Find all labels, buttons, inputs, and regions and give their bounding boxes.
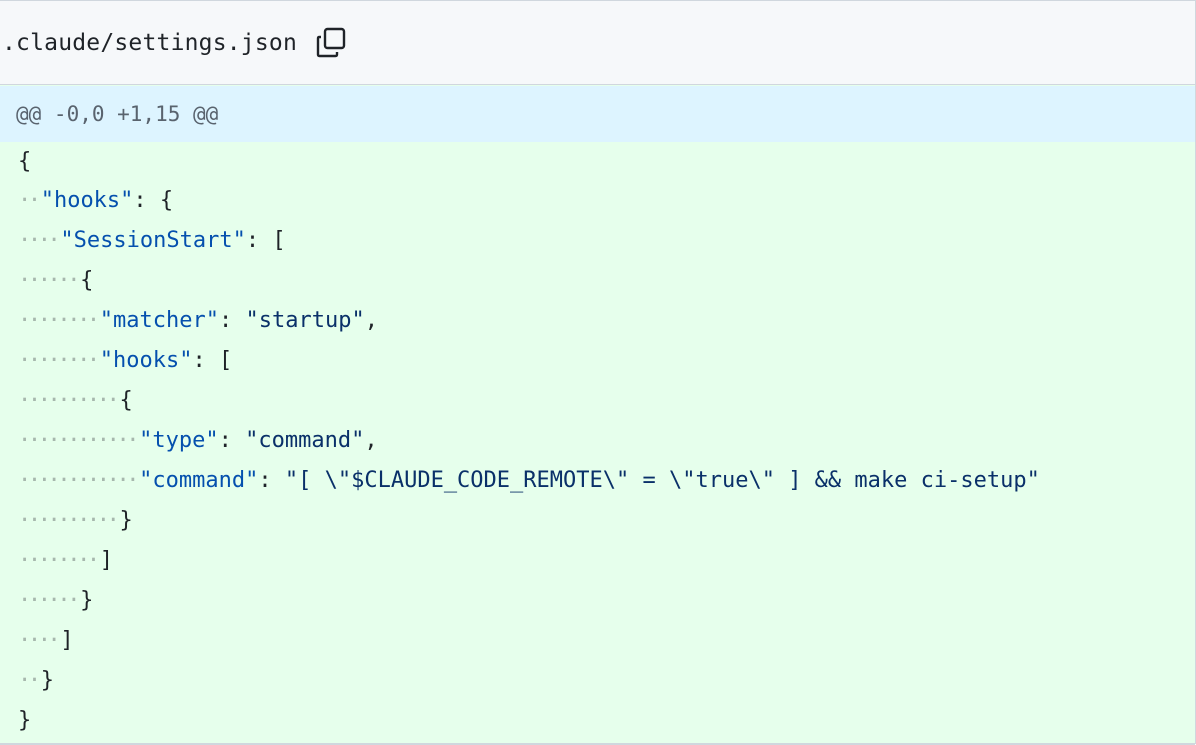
json-punctuation: ] — [99, 548, 114, 573]
json-key: "matcher" — [99, 308, 219, 333]
code-line: ········ "hooks": [ — [0, 341, 1195, 381]
json-punctuation: } — [18, 708, 32, 733]
indent-whitespace-marker: ···· — [18, 228, 61, 253]
diff-file-panel: .claude/settings.json @@ -0,0 +1,15 @@ {… — [0, 0, 1196, 745]
indent-whitespace-marker: ·········· — [18, 508, 120, 533]
json-punctuation: } — [40, 668, 54, 693]
json-punctuation: : { — [133, 188, 174, 213]
code-line: ········ "matcher": "startup", — [0, 301, 1195, 341]
hunk-header: @@ -0,0 +1,15 @@ — [0, 86, 1195, 142]
code-line: { — [0, 142, 1195, 181]
json-key: "command" — [139, 468, 259, 493]
json-punctuation: : — [258, 468, 285, 493]
code-block: {·· "hooks": {···· "SessionStart": [······… — [0, 142, 1195, 744]
json-punctuation: { — [18, 149, 32, 174]
indent-whitespace-marker: ········ — [18, 308, 100, 333]
code-line: ····] — [0, 621, 1195, 661]
code-line: } — [0, 701, 1195, 741]
json-punctuation: : [ — [245, 228, 286, 253]
code-line: ··········} — [0, 501, 1195, 541]
json-punctuation: } — [119, 508, 133, 533]
json-punctuation: { — [80, 268, 94, 293]
json-punctuation: , — [364, 308, 378, 333]
code-line: ···· "SessionStart": [ — [0, 221, 1195, 261]
json-string: "startup" — [245, 308, 365, 333]
indent-whitespace-marker: ·· — [18, 668, 41, 693]
code-line: ············ "command": "[ \"$CLAUDE_CODE… — [0, 461, 1195, 501]
json-punctuation: } — [80, 588, 94, 613]
indent-whitespace-marker: ········ — [18, 348, 100, 373]
json-punctuation: : — [218, 428, 246, 453]
code-line: ············ "type": "command", — [0, 421, 1195, 461]
indent-whitespace-marker: ······ — [18, 588, 80, 613]
json-punctuation: { — [119, 388, 133, 413]
code-line: ··········{ — [0, 381, 1195, 421]
indent-whitespace-marker: ···· — [18, 628, 61, 653]
code-line: ······{ — [0, 261, 1195, 301]
json-key: "type" — [139, 428, 219, 453]
json-string: "command" — [245, 428, 365, 453]
copy-icon — [316, 27, 346, 57]
code-line: ·· "hooks": { — [0, 181, 1195, 221]
code-line: ······} — [0, 581, 1195, 621]
indent-whitespace-marker: ········ — [18, 548, 100, 573]
file-header: .claude/settings.json — [0, 1, 1195, 85]
json-string: "[ \"$CLAUDE_CODE_REMOTE\" = \"true\" ] … — [284, 468, 1040, 493]
indent-whitespace-marker: ······ — [18, 268, 80, 293]
indent-whitespace-marker: ·········· — [18, 388, 120, 413]
indent-whitespace-marker: ············ — [18, 428, 140, 453]
copy-path-button[interactable] — [313, 25, 349, 61]
json-key: "hooks" — [40, 188, 134, 213]
code-line: ········] — [0, 541, 1195, 581]
json-punctuation: ] — [60, 628, 74, 653]
indent-whitespace-marker: ·· — [18, 188, 41, 213]
json-punctuation: : — [218, 308, 246, 333]
json-punctuation: , — [364, 428, 378, 453]
code-line: ··} — [0, 661, 1195, 701]
json-key: "SessionStart" — [60, 228, 246, 253]
indent-whitespace-marker: ············ — [18, 468, 140, 493]
file-name[interactable]: .claude/settings.json — [2, 30, 297, 56]
json-key: "hooks" — [99, 348, 193, 373]
json-punctuation: : [ — [192, 348, 233, 373]
